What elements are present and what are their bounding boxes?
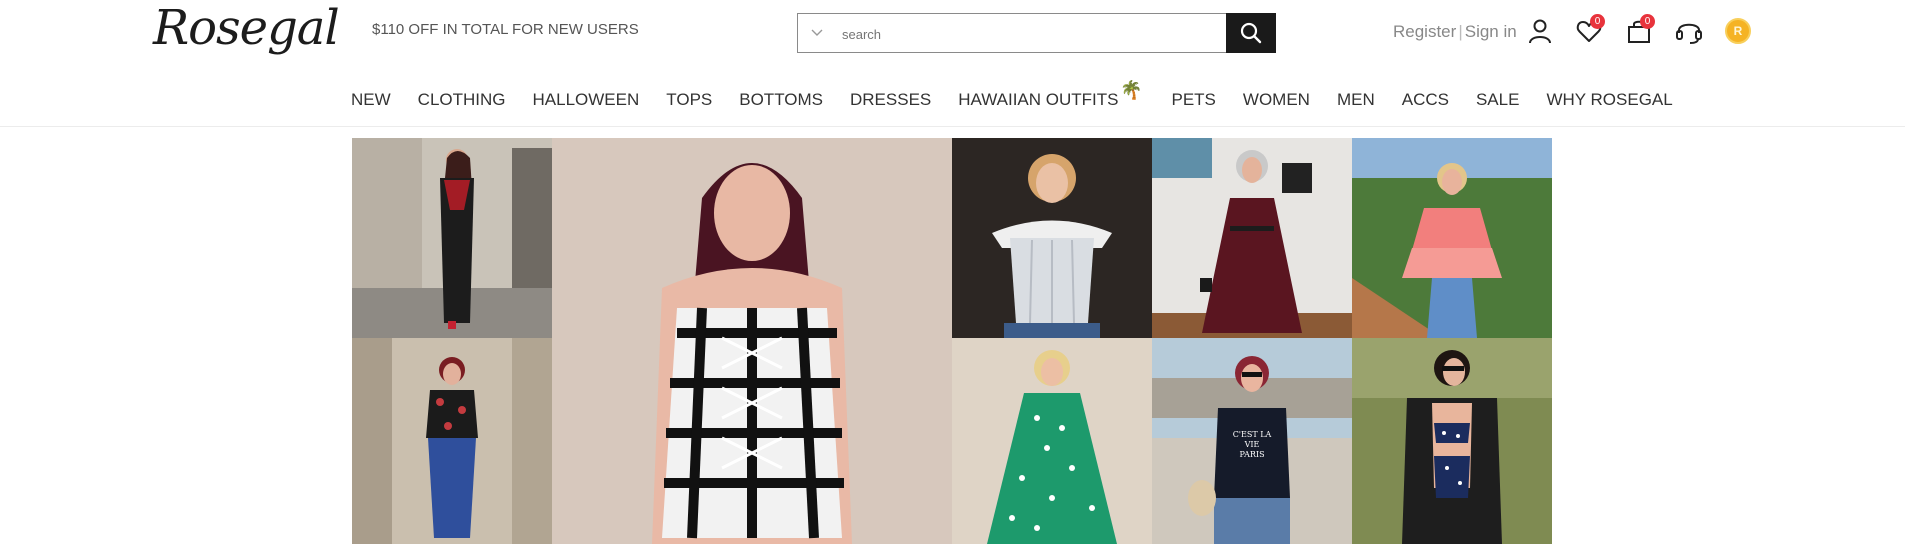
nav-item-hawaiian-outfits[interactable]: HAWAIIAN OUTFITS 🌴 <box>958 80 1142 110</box>
nav-item-pets[interactable]: PETS <box>1172 90 1216 110</box>
nav-item-why-rosegal[interactable]: WHY ROSEGAL <box>1546 90 1672 110</box>
coin-icon: R <box>1725 18 1751 44</box>
nav-item-clothing[interactable]: CLOTHING <box>418 90 506 110</box>
nav-item-men[interactable]: MEN <box>1337 90 1375 110</box>
support-button[interactable] <box>1672 14 1706 48</box>
nav-item-hawaiian-label: HAWAIIAN OUTFITS <box>958 90 1119 109</box>
nav-item-dresses[interactable]: DRESSES <box>850 90 931 110</box>
gallery-photo-green-polka[interactable] <box>952 338 1152 544</box>
nav-item-new[interactable]: NEW <box>351 90 391 110</box>
search-button[interactable] <box>1226 13 1276 53</box>
gallery-photo-pink-ruffle[interactable] <box>1352 138 1552 338</box>
nav-list: NEW CLOTHING HALLOWEEN TOPS BOTTOMS DRES… <box>351 80 1700 110</box>
tee-print-text: C'EST LA VIE PARIS <box>1232 430 1272 459</box>
nav-item-tops[interactable]: TOPS <box>666 90 712 110</box>
user-button[interactable] <box>1523 14 1557 48</box>
cart-button[interactable]: 0 <box>1622 14 1656 48</box>
cart-count-badge: 0 <box>1640 14 1655 29</box>
gallery-photo-plaid-corset[interactable] <box>552 138 952 544</box>
search-input[interactable] <box>842 22 1202 46</box>
rosegal-logo[interactable]: Rosegal <box>153 0 340 56</box>
nav-item-women[interactable]: WOMEN <box>1243 90 1310 110</box>
nav-item-accs[interactable]: ACCS <box>1402 90 1449 110</box>
chevron-down-icon[interactable] <box>810 25 824 39</box>
search-bar <box>797 13 1276 53</box>
signin-link[interactable]: Sign in <box>1465 22 1517 41</box>
gallery-photo-printed-bikini[interactable] <box>1352 338 1552 544</box>
points-button[interactable]: R <box>1721 14 1755 48</box>
search-icon <box>1240 22 1262 44</box>
gallery-photo-burgundy-maxi[interactable] <box>1152 138 1352 338</box>
promo-banner-text[interactable]: $110 OFF IN TOTAL FOR NEW USERS <box>372 21 639 38</box>
gallery-photo-black-red-dress[interactable] <box>352 138 552 338</box>
register-link[interactable]: Register <box>1393 22 1456 41</box>
nav-item-bottoms[interactable]: BOTTOMS <box>739 90 823 110</box>
account-separator: | <box>1458 22 1463 41</box>
customer-photo-gallery: C'EST LA VIE PARIS <box>352 138 1552 544</box>
gallery-photo-black-tee[interactable]: C'EST LA VIE PARIS <box>1152 338 1352 544</box>
wishlist-button[interactable]: 0 <box>1572 14 1606 48</box>
account-links: Register | Sign in <box>1393 22 1517 42</box>
top-header: Rosegal $110 OFF IN TOTAL FOR NEW USERS … <box>0 0 1905 64</box>
headset-icon <box>1676 23 1702 44</box>
gallery-photo-floral-blouse[interactable] <box>352 338 552 544</box>
wishlist-count-badge: 0 <box>1590 14 1605 29</box>
nav-item-halloween[interactable]: HALLOWEEN <box>533 90 640 110</box>
palm-tree-icon: 🌴 <box>1120 80 1143 100</box>
main-navigation: NEW CLOTHING HALLOWEEN TOPS BOTTOMS DRES… <box>0 64 1905 127</box>
gallery-photo-white-corset[interactable] <box>952 138 1152 338</box>
nav-item-sale[interactable]: SALE <box>1476 90 1519 110</box>
user-icon <box>1529 19 1551 44</box>
